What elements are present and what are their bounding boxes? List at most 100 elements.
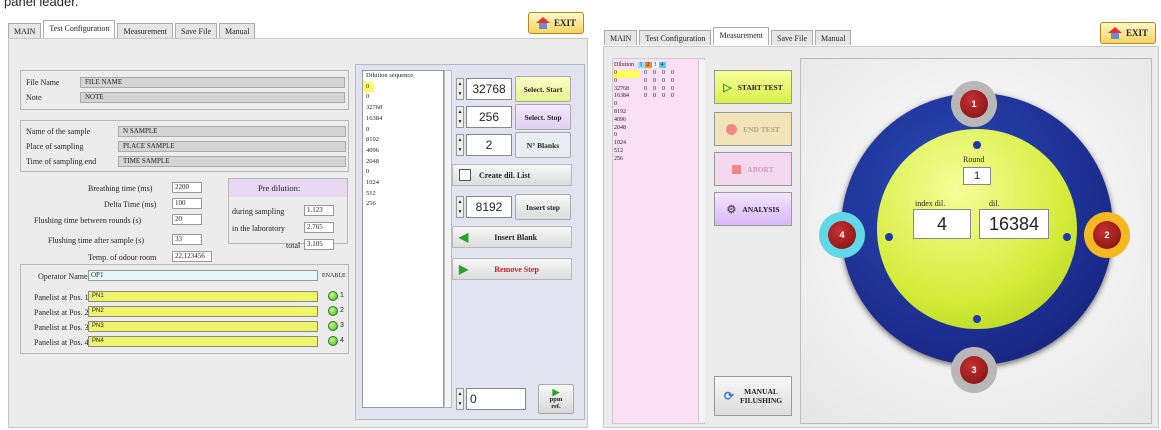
- position-4-badge[interactable]: 4: [828, 221, 856, 249]
- results-cell: [653, 132, 662, 140]
- select-start-value[interactable]: 32768: [466, 78, 512, 100]
- panelist-2-field[interactable]: PN2: [88, 306, 318, 317]
- insert-step-spinner[interactable]: ▲ ▼: [456, 196, 464, 218]
- ppm-spinner[interactable]: ▲ ▼: [456, 388, 464, 410]
- flush-after-field[interactable]: 33: [172, 234, 202, 245]
- right-tab-manual[interactable]: Manual: [815, 30, 852, 45]
- tab-measurement[interactable]: Measurement: [117, 23, 173, 38]
- position-3-badge[interactable]: 3: [960, 356, 988, 384]
- panelist-4-enable-led[interactable]: [328, 336, 338, 346]
- end-test-button[interactable]: END TEST: [714, 112, 792, 146]
- temp-field[interactable]: 22,123456: [172, 251, 212, 262]
- during-label: during sampling: [232, 207, 285, 216]
- flush-rounds-field[interactable]: 20: [172, 214, 202, 225]
- panelist-3-field[interactable]: PN3: [88, 321, 318, 332]
- stop-spinner[interactable]: ▲ ▼: [456, 106, 464, 128]
- manual-flushing-button[interactable]: ⟳ MANUAL FILUSHING: [714, 376, 792, 416]
- results-row[interactable]: 00000: [614, 70, 680, 78]
- start-test-button[interactable]: ▷ START TEST: [714, 70, 792, 104]
- results-row[interactable]: 2048: [614, 125, 680, 133]
- right-tab-test-configuration[interactable]: Test Configuration: [639, 30, 712, 45]
- analysis-button[interactable]: ⚙ ANALYSIS: [714, 192, 792, 226]
- dilution-item[interactable]: 16384: [366, 114, 443, 125]
- col-header-4: 4: [658, 62, 666, 68]
- dilution-item[interactable]: 2048: [366, 157, 443, 168]
- tab-save-file[interactable]: Save File: [175, 23, 217, 38]
- blanks-value[interactable]: 2: [466, 134, 512, 156]
- dilution-item[interactable]: 1024: [366, 178, 443, 189]
- create-list-button[interactable]: Create dil. List: [452, 164, 572, 186]
- right-tab-measurement[interactable]: Measurement: [713, 27, 769, 45]
- results-row[interactable]: 0: [614, 132, 680, 140]
- col-header-3: 3: [651, 62, 659, 68]
- breathing-field[interactable]: 2200: [172, 182, 202, 193]
- select-start-button[interactable]: Select. Start: [515, 76, 571, 102]
- remove-step-button[interactable]: ▶ Remove Step: [452, 258, 572, 280]
- results-row[interactable]: 32768 0 0 0 0: [614, 86, 680, 94]
- insert-blank-button[interactable]: ◀ Insert Blank: [452, 226, 572, 248]
- results-row[interactable]: 8192: [614, 109, 680, 117]
- results-cell: 0: [653, 93, 656, 100]
- file-name-field[interactable]: FILE NAME: [80, 77, 345, 88]
- time-end-field[interactable]: TIME SAMPLE: [118, 156, 346, 167]
- dilution-item[interactable]: 8192: [366, 135, 443, 146]
- results-row[interactable]: 1024: [614, 140, 680, 148]
- results-row[interactable]: 16384 0 0 0 0: [614, 93, 680, 101]
- panelist-4-field[interactable]: PN4: [88, 336, 318, 347]
- ppm-value[interactable]: 0: [466, 388, 526, 410]
- results-dilution-cell: 8192: [614, 108, 626, 115]
- dilution-item[interactable]: 0: [366, 125, 443, 136]
- exit-button[interactable]: EXIT: [528, 12, 584, 34]
- delta-field[interactable]: 100: [172, 198, 202, 209]
- dilution-item[interactable]: 0: [366, 167, 443, 178]
- arrow-right-icon: ▶: [459, 261, 469, 276]
- results-row[interactable]: 0: [614, 101, 680, 109]
- results-dilution-cell: 0: [614, 101, 617, 108]
- tab-test-configuration[interactable]: Test Configuration: [43, 20, 116, 38]
- results-row[interactable]: 512: [614, 148, 680, 156]
- panelist-1-enable-led[interactable]: [328, 291, 338, 301]
- panelist-2-enable-led[interactable]: [328, 306, 338, 316]
- results-row[interactable]: 00000: [614, 78, 680, 86]
- right-tab-main[interactable]: MAIN: [604, 30, 638, 45]
- lab-field[interactable]: 2.765: [304, 222, 334, 233]
- total-field[interactable]: 3.105: [304, 239, 334, 250]
- note-field[interactable]: NOTE: [80, 92, 345, 103]
- right-exit-button[interactable]: EXIT: [1100, 22, 1156, 44]
- results-cell: 0: [662, 93, 665, 100]
- position-2-badge[interactable]: 2: [1093, 221, 1121, 249]
- dilution-sequence-list[interactable]: Dilution sequence 0 0 32768 16384 0 8192 4096…: [362, 70, 444, 408]
- panelist-3-enable-led[interactable]: [328, 321, 338, 331]
- insert-step-value[interactable]: 8192: [466, 196, 512, 218]
- results-row[interactable]: 4096: [614, 117, 680, 125]
- results-cell: [662, 109, 671, 117]
- dilution-item[interactable]: 4096: [366, 146, 443, 157]
- abort-button[interactable]: ABORT: [714, 152, 792, 186]
- insert-step-button[interactable]: Insert step: [515, 194, 571, 220]
- select-stop-button[interactable]: Select. Stop: [515, 104, 571, 130]
- results-scrollbar[interactable]: [698, 60, 705, 422]
- operator-field[interactable]: OP1: [88, 270, 318, 281]
- start-spinner[interactable]: ▲ ▼: [456, 78, 464, 100]
- select-stop-value[interactable]: 256: [466, 106, 512, 128]
- right-tab-save-file[interactable]: Save File: [771, 30, 813, 45]
- panelist-1-field[interactable]: PN1: [88, 291, 318, 302]
- index-dil-label: index dil.: [915, 199, 946, 208]
- tab-manual[interactable]: Manual: [219, 23, 256, 38]
- ppm-ref-button[interactable]: ▶ ppm ref.: [538, 384, 574, 414]
- position-1-badge[interactable]: 1: [960, 90, 988, 118]
- dilution-item[interactable]: 512: [366, 189, 443, 200]
- blanks-spinner[interactable]: ▲ ▼: [456, 134, 464, 156]
- dilution-item[interactable]: 32768: [366, 103, 443, 114]
- results-row[interactable]: 256: [614, 156, 680, 164]
- dilution-item[interactable]: 0: [366, 92, 443, 103]
- place-field[interactable]: PLACE SAMPLE: [118, 141, 346, 152]
- marker-right: [1063, 233, 1071, 241]
- square-icon: [732, 164, 742, 174]
- dilution-scrollbar[interactable]: [444, 70, 452, 408]
- dilution-item-selected[interactable]: 0: [363, 81, 373, 93]
- sample-name-field[interactable]: N SAMPLE: [118, 126, 346, 137]
- tab-main[interactable]: MAIN: [8, 23, 42, 38]
- during-field[interactable]: 1.123: [304, 205, 334, 216]
- dilution-item[interactable]: 256: [366, 199, 443, 210]
